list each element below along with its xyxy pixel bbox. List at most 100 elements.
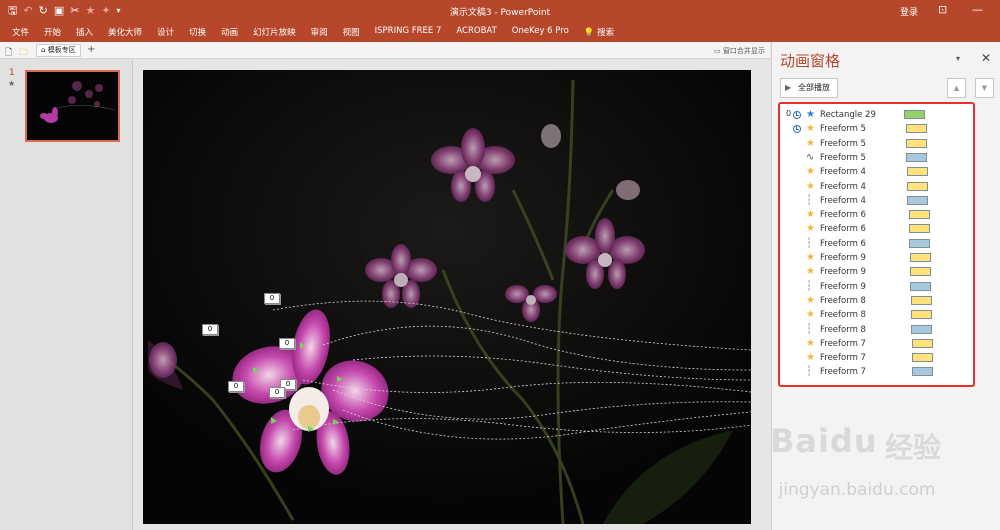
ribbon-tab[interactable]: ISPRING FREE 7	[375, 26, 442, 38]
timeline-bar[interactable]	[909, 224, 930, 234]
animation-item-name: Freeform 8	[820, 310, 866, 321]
star-effect-icon: ★	[806, 223, 815, 235]
arrow-down-icon: ▼	[981, 84, 988, 92]
template-tab-label: 模板专区	[47, 46, 76, 54]
star-effect-icon: ★	[806, 137, 815, 149]
timeline-bar[interactable]	[911, 295, 932, 305]
timeline-bar[interactable]	[906, 124, 927, 134]
animation-list-item[interactable]: 0 ★ Rectangle 29	[780, 108, 973, 122]
add-tab-button[interactable]: +	[87, 44, 95, 55]
animation-order-tag[interactable]: 0	[264, 293, 280, 304]
timeline-bar[interactable]	[910, 281, 931, 291]
home-icon: ⌂	[41, 46, 46, 54]
title-bar: 🖫 ↶ ↻ ▣ ✂ ★ ✦ ▾ 演示文稿3 - PowerPoint 登录 ⊡ …	[0, 0, 1000, 22]
timeline-bar[interactable]	[907, 195, 928, 205]
ribbon-tab[interactable]: 审阅	[311, 26, 328, 38]
pane-options-icon[interactable]: ▾	[956, 54, 960, 63]
ribbon-tab[interactable]: 视图	[343, 26, 360, 38]
baidu-watermark: Baidu 经验 jingyan.baidu.com	[762, 422, 1000, 530]
star-effect-icon: ★	[806, 294, 815, 306]
play-all-button[interactable]: ▶ 全部播放	[780, 78, 838, 98]
animation-list-item[interactable]: ★ Freeform 6	[780, 222, 973, 236]
ribbon-tab[interactable]: 文件	[12, 26, 29, 38]
ribbon-tab[interactable]: 动画	[221, 26, 238, 38]
slide-canvas[interactable]: 000000	[143, 70, 751, 524]
timeline-bar[interactable]	[912, 353, 933, 363]
animation-order-tag[interactable]: 0	[279, 338, 295, 349]
timeline-bar[interactable]	[907, 167, 928, 177]
animation-list-item[interactable]: ┆ Freeform 9	[780, 280, 973, 294]
animation-list-item[interactable]: ┆ Freeform 7	[780, 365, 973, 379]
ribbon-display-icon[interactable]: ⊡	[938, 3, 947, 16]
ribbon-tab[interactable]: 插入	[76, 26, 93, 38]
animation-item-name: Freeform 7	[820, 353, 866, 364]
star-effect-icon: ★	[806, 337, 815, 349]
orchid-picture[interactable]	[143, 70, 751, 524]
star-effect-icon: ★	[806, 180, 815, 192]
line-path-icon: ┆	[806, 366, 813, 378]
ribbon-tab[interactable]: 美化大师	[108, 26, 142, 38]
animation-item-name: Freeform 5	[820, 152, 866, 163]
ribbon-tab[interactable]: 设计	[157, 26, 174, 38]
timeline-bar[interactable]	[906, 138, 927, 148]
animation-list-item[interactable]: ★ Freeform 8	[780, 308, 973, 322]
star-effect-icon: ★	[806, 266, 815, 278]
star-effect-icon: ★	[806, 252, 815, 263]
timeline-bar[interactable]	[907, 181, 928, 191]
document-tab-bar: 🗋 🗀 ⌂ 模板专区 + ▭ 窗口合并显示	[0, 42, 770, 59]
ribbon-tab[interactable]: OneKey 6 Pro	[512, 26, 569, 38]
animation-list-item[interactable]: ★ Freeform 7	[780, 337, 973, 351]
motion-path-icon: ∿	[806, 151, 815, 163]
animation-order-tag[interactable]: 0	[202, 324, 218, 335]
animation-list-item[interactable]: ★ Freeform 7	[780, 351, 973, 365]
login-button[interactable]: 登录	[900, 5, 918, 18]
template-tab[interactable]: ⌂ 模板专区	[36, 44, 81, 57]
slide-thumbnail[interactable]	[25, 70, 120, 142]
ribbon-tab[interactable]: 幻灯片放映	[253, 26, 296, 38]
ribbon-tab[interactable]: 开始	[44, 26, 61, 38]
slide-number: 1	[9, 68, 15, 78]
timeline-bar[interactable]	[912, 367, 933, 377]
merge-window-label: 窗口合并显示	[722, 47, 765, 55]
animation-list-item[interactable]: ★ Freeform 9	[780, 265, 973, 279]
timeline-bar[interactable]	[911, 310, 932, 320]
star-effect-icon: ★	[806, 352, 815, 364]
animation-list-item[interactable]: ┆ Freeform 4	[780, 194, 973, 208]
timeline-bar[interactable]	[904, 110, 925, 119]
animation-list-item[interactable]: ┆ Freeform 6	[780, 237, 973, 251]
animation-list-item[interactable]: ★ Freeform 6	[780, 208, 973, 222]
ribbon-tab[interactable]: 切换	[189, 26, 206, 38]
search-button[interactable]: 💡 搜索	[584, 26, 614, 38]
animation-order-tag[interactable]: 0	[269, 387, 285, 398]
ribbon-tab[interactable]: ACROBAT	[456, 26, 496, 38]
timeline-bar[interactable]	[911, 324, 932, 334]
animation-list-item[interactable]: ∿ Freeform 5	[780, 151, 973, 165]
close-icon[interactable]: ✕	[981, 51, 991, 65]
animation-pane-title: 动画窗格	[780, 52, 841, 70]
animation-list-item[interactable]: ★ Freeform 9	[780, 251, 973, 265]
timeline-bar[interactable]	[909, 210, 930, 220]
clock-icon	[793, 125, 801, 134]
timeline-bar[interactable]	[910, 267, 931, 277]
animation-list-item[interactable]: ★ Freeform 4	[780, 180, 973, 194]
animation-list-item[interactable]: ★ Freeform 4	[780, 165, 973, 179]
timeline-bar[interactable]	[909, 238, 930, 248]
timeline-bar[interactable]	[906, 152, 927, 162]
animation-list-item[interactable]: ★ Freeform 5	[780, 122, 973, 136]
animation-list-item[interactable]: ┆ Freeform 8	[780, 323, 973, 337]
move-down-button[interactable]: ▼	[975, 78, 994, 98]
minimize-icon[interactable]: —	[972, 3, 983, 16]
animation-list-item[interactable]: ★ Freeform 5	[780, 137, 973, 151]
animation-item-name: Freeform 7	[820, 367, 866, 378]
animation-order-tag[interactable]: 0	[228, 381, 244, 392]
star-effect-icon: ★	[806, 123, 815, 135]
animation-order: 0	[786, 109, 792, 118]
timeline-bar[interactable]	[912, 338, 933, 348]
move-up-button[interactable]: ▲	[947, 78, 966, 98]
merge-window-button[interactable]: ▭ 窗口合并显示	[714, 46, 765, 56]
timeline-bar[interactable]	[910, 253, 931, 262]
window-icon: ▭	[714, 47, 721, 55]
window-title: 演示文稿3 - PowerPoint	[449, 8, 551, 18]
animation-list-item[interactable]: ★ Freeform 8	[780, 294, 973, 308]
baidu-jingyan-text: 经验	[885, 431, 942, 464]
